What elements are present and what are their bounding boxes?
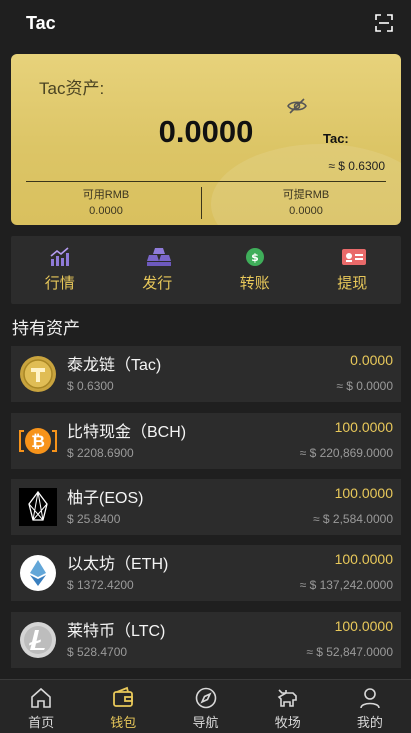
eye-slash-icon[interactable] xyxy=(287,98,307,114)
compass-icon xyxy=(194,686,218,710)
nav-ranch[interactable]: 牧场 xyxy=(247,680,329,733)
action-label: 提现 xyxy=(337,275,368,292)
wallet-icon xyxy=(111,686,135,710)
asset-value: ≈ $ 0.0000 xyxy=(336,379,393,393)
svg-text:$: $ xyxy=(251,251,259,264)
card-divider xyxy=(26,181,386,182)
asset-price: $ 2208.6900 xyxy=(67,446,134,460)
asset-price: $ 0.6300 xyxy=(67,379,114,393)
nav-label: 牧场 xyxy=(274,715,301,730)
asset-row-ltc[interactable]: 莱特币（LTC) $ 528.4700 100.0000 ≈ $ 52,847.… xyxy=(11,612,401,668)
tac-label: Tac: xyxy=(323,131,349,146)
asset-label: Tac资产: xyxy=(39,79,105,98)
nav-label: 我的 xyxy=(356,715,383,730)
nav-label: 首页 xyxy=(28,715,55,730)
asset-amount: 0.0000 xyxy=(350,352,393,368)
action-label: 行情 xyxy=(44,275,75,292)
asset-name: 莱特币（LTC) xyxy=(67,623,166,640)
scan-icon[interactable] xyxy=(375,14,393,32)
cow-icon xyxy=(276,686,300,710)
gold-bars-icon xyxy=(146,246,172,268)
action-issue[interactable]: 发行 xyxy=(109,236,207,304)
nav-home[interactable]: 首页 xyxy=(0,680,82,733)
action-withdraw[interactable]: 提现 xyxy=(304,236,402,304)
bottom-nav: 首页 钱包 导航 牧场 我的 xyxy=(0,679,411,733)
asset-value: ≈ $ 52,847.0000 xyxy=(306,645,393,659)
action-transfer[interactable]: $ 转账 xyxy=(206,236,304,304)
chart-icon xyxy=(49,246,71,268)
bitcoin-cash-icon: ₿ xyxy=(19,422,57,460)
asset-card: Tac资产: 0.0000 Tac: ≈ $ 0.6300 可用RMB 0.00… xyxy=(11,54,401,225)
available-rmb-value: 0.0000 xyxy=(89,205,123,217)
asset-amount: 100.0000 xyxy=(334,419,393,435)
eos-icon xyxy=(19,488,57,526)
tac-usd-value: ≈ $ 0.6300 xyxy=(328,159,385,173)
nav-profile[interactable]: 我的 xyxy=(329,680,411,733)
header: Tac xyxy=(0,0,411,46)
card-divider-vertical xyxy=(201,187,202,219)
nav-label: 导航 xyxy=(192,715,219,730)
asset-amount: 100.0000 xyxy=(334,618,393,634)
asset-price: $ 25.8400 xyxy=(67,512,121,526)
asset-row-tac[interactable]: 泰龙链（Tac) $ 0.6300 0.0000 ≈ $ 0.0000 xyxy=(11,346,401,402)
withdrawable-rmb-label: 可提RMB xyxy=(282,189,330,201)
asset-name: 以太坊（ETH) xyxy=(67,556,169,573)
asset-name: 比特现金（BCH) xyxy=(67,424,187,441)
available-rmb: 可用RMB 0.0000 xyxy=(11,187,201,219)
asset-name: 柚子(EOS) xyxy=(67,490,144,507)
asset-amount: 100.0000 xyxy=(334,485,393,501)
svg-text:₿: ₿ xyxy=(31,432,45,452)
litecoin-icon xyxy=(19,621,57,659)
asset-value: ≈ $ 220,869.0000 xyxy=(299,446,393,460)
asset-row-bch[interactable]: ₿ 比特现金（BCH) $ 2208.6900 100.0000 ≈ $ 220… xyxy=(11,413,401,469)
asset-price: $ 528.4700 xyxy=(67,645,128,659)
available-rmb-label: 可用RMB xyxy=(82,189,130,201)
withdrawable-rmb: 可提RMB 0.0000 xyxy=(211,187,401,219)
quick-actions: 行情 发行 $ 转账 提现 xyxy=(11,236,401,304)
tac-coin-icon xyxy=(19,355,57,393)
user-icon xyxy=(358,686,382,710)
asset-value: ≈ $ 137,242.0000 xyxy=(299,578,393,592)
home-icon xyxy=(29,686,53,710)
nav-wallet[interactable]: 钱包 xyxy=(82,680,164,733)
nav-guide[interactable]: 导航 xyxy=(164,680,246,733)
action-market[interactable]: 行情 xyxy=(11,236,109,304)
asset-row-eos[interactable]: 柚子(EOS) $ 25.8400 100.0000 ≈ $ 2,584.000… xyxy=(11,479,401,535)
asset-row-eth[interactable]: 以太坊（ETH) $ 1372.4200 100.0000 ≈ $ 137,24… xyxy=(11,545,401,601)
asset-price: $ 1372.4200 xyxy=(67,578,134,592)
ethereum-icon xyxy=(19,554,57,592)
page-title: Tac xyxy=(26,12,56,33)
asset-amount: 100.0000 xyxy=(334,551,393,567)
asset-name: 泰龙链（Tac) xyxy=(67,357,162,374)
asset-value: ≈ $ 2,584.0000 xyxy=(313,512,393,526)
section-title: 持有资产 xyxy=(12,319,80,338)
nav-label: 钱包 xyxy=(110,715,137,730)
withdrawable-rmb-value: 0.0000 xyxy=(289,205,323,217)
action-label: 转账 xyxy=(239,275,270,292)
action-label: 发行 xyxy=(142,275,173,292)
id-card-icon xyxy=(341,246,367,268)
coin-transfer-icon: $ xyxy=(244,246,266,268)
